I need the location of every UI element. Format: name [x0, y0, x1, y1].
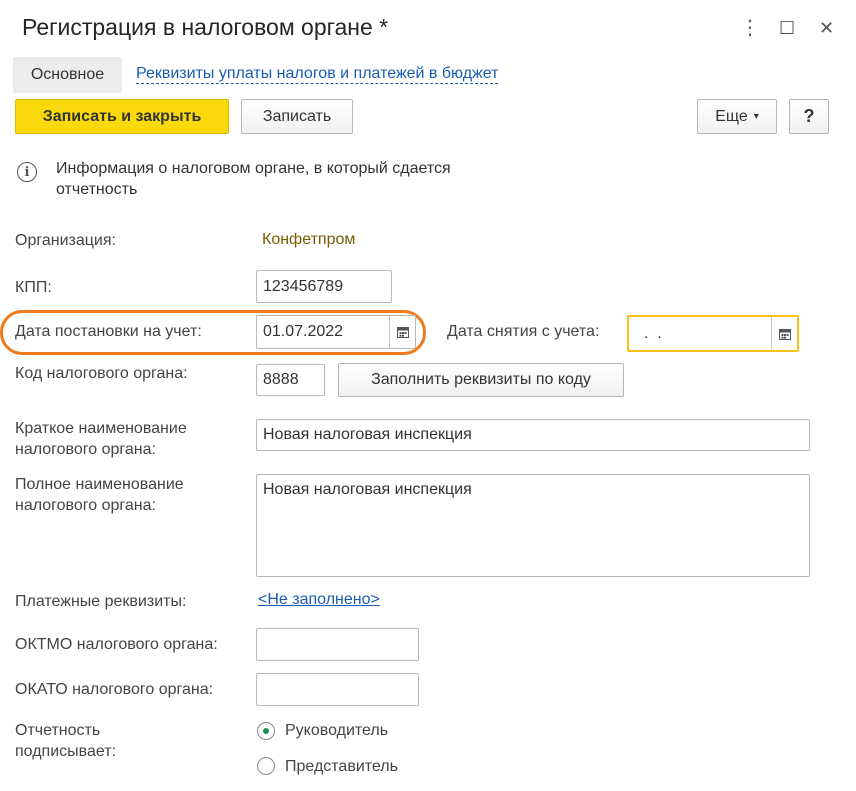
full-name-label: Полное наименование налогового органа: — [15, 476, 184, 514]
radio-representative-label[interactable]: Представитель — [285, 756, 398, 777]
chevron-down-icon: ▾ — [753, 111, 759, 122]
payment-details-link[interactable]: <Не заполнено> — [258, 591, 380, 609]
oktmo-label: ОКТМО налогового органа: — [15, 636, 218, 653]
save-and-close-button[interactable]: Записать и закрыть — [15, 99, 229, 134]
okato-label: ОКАТО налогового органа: — [15, 681, 214, 698]
tax-office-code-label: Код налогового органа: — [15, 365, 188, 382]
kpp-input[interactable]: 123456789 — [256, 270, 392, 303]
fill-by-code-button[interactable]: Заполнить реквизиты по коду — [338, 363, 624, 397]
signer-label: Отчетность подписывает: — [15, 722, 117, 760]
radio-director[interactable] — [257, 722, 275, 740]
short-name-label: Краткое наименование налогового органа: — [15, 420, 187, 458]
calendar-icon[interactable] — [389, 316, 415, 348]
help-button[interactable]: ? — [789, 99, 829, 134]
more-button[interactable]: Еще ▾ — [697, 99, 777, 134]
more-options-icon[interactable]: ⋮ — [740, 18, 760, 38]
oktmo-input[interactable] — [256, 628, 419, 661]
organization-label: Организация: — [15, 232, 116, 249]
organization-value[interactable]: Конфетпром — [262, 231, 355, 249]
full-name-textarea[interactable]: Новая налоговая инспекция — [256, 474, 810, 577]
full-name-value: Новая налоговая инспекция — [263, 481, 472, 498]
radio-representative[interactable] — [257, 757, 275, 775]
calendar-icon[interactable] — [771, 317, 797, 350]
maximize-icon[interactable]: ☐ — [779, 18, 795, 38]
deregistration-date-label: Дата снятия с учета: — [447, 323, 600, 340]
payment-details-label: Платежные реквизиты: — [15, 593, 187, 610]
registration-date-value: 01.07.2022 — [263, 323, 344, 340]
tab-main[interactable]: Основное — [13, 57, 122, 93]
deregistration-date-input[interactable]: . . — [627, 315, 799, 352]
registration-date-input[interactable]: 01.07.2022 — [256, 315, 416, 349]
save-button[interactable]: Записать — [241, 99, 353, 134]
tax-office-code-input[interactable]: 8888 — [256, 364, 325, 396]
short-name-value: Новая налоговая инспекция — [263, 426, 472, 443]
kpp-label: КПП: — [15, 279, 52, 296]
deregistration-date-value: . . — [635, 324, 662, 342]
okato-input[interactable] — [256, 673, 419, 706]
tax-office-code-value: 8888 — [263, 371, 299, 388]
registration-date-label: Дата постановки на учет: — [15, 323, 202, 340]
window-title: Регистрация в налоговом органе * — [22, 14, 389, 40]
more-button-label: Еще — [715, 107, 748, 125]
radio-director-label[interactable]: Руководитель — [285, 720, 388, 741]
info-text: Информация о налоговом органе, в который… — [56, 160, 451, 198]
tab-payment-details[interactable]: Реквизиты уплаты налогов и платежей в бю… — [136, 65, 499, 84]
close-icon[interactable]: ✕ — [819, 18, 834, 38]
info-icon: i — [17, 162, 37, 182]
short-name-input[interactable]: Новая налоговая инспекция — [256, 419, 810, 451]
kpp-value: 123456789 — [263, 277, 344, 295]
radio-selected-dot — [263, 728, 269, 734]
